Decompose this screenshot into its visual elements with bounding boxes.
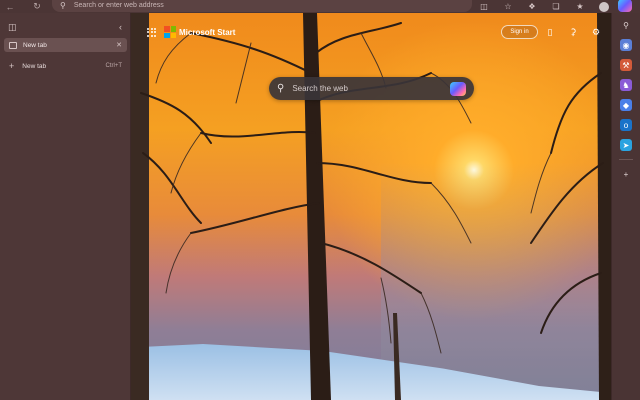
outlook-icon[interactable]: o	[620, 119, 632, 131]
mobile-icon[interactable]: ▯	[543, 25, 557, 39]
reading-view-icon[interactable]: ◫	[472, 0, 496, 13]
tab-new-tab[interactable]: New tab ✕	[4, 38, 127, 52]
search-icon: ⚲	[60, 1, 66, 10]
background-trees	[131, 13, 611, 400]
add-icon[interactable]: +	[620, 168, 632, 180]
tab-actions-icon[interactable]: ◫	[8, 22, 17, 33]
tools-icon[interactable]: ⚒	[620, 59, 632, 71]
search-icon: ⚲	[277, 83, 285, 94]
microsoft-start-logo[interactable]: Microsoft Start	[147, 26, 235, 38]
rail-divider	[619, 159, 633, 160]
page-icon	[9, 41, 17, 49]
brand-name: Microsoft Start	[179, 27, 236, 37]
collapse-pane-icon[interactable]: ‹	[119, 22, 122, 32]
sign-in-button[interactable]: Sign in	[501, 25, 538, 39]
address-bar[interactable]: ⚲ Search or enter web address	[52, 0, 472, 12]
collections-icon[interactable]: ❏	[544, 0, 568, 13]
new-tab-label: New tab	[22, 62, 47, 70]
app-launcher-icon[interactable]	[147, 27, 156, 37]
telegram-icon[interactable]: ➤	[620, 139, 632, 151]
right-sidebar: ⚲ ◉ ⚒ ♞ ◆ o ➤ +	[611, 13, 640, 400]
new-tab-button[interactable]: + New tab Ctrl+T	[4, 59, 127, 73]
copilot-icon[interactable]	[450, 81, 466, 96]
rewards-trophy-icon[interactable]: ⚳	[566, 25, 580, 39]
games-icon[interactable]: ♞	[620, 79, 632, 91]
settings-gear-icon[interactable]: ⚙	[589, 25, 603, 39]
plus-icon: +	[9, 61, 15, 71]
search-placeholder: Search the web	[292, 84, 348, 93]
new-tab-shortcut: Ctrl+T	[105, 63, 123, 69]
toolbar: ← ↻ ⚲ Search or enter web address ◫ ☆ ❖ …	[0, 0, 640, 13]
toolbar-right: ◫ ☆ ❖ ❏ ★ ⋯	[472, 0, 640, 13]
search-icon[interactable]: ⚲	[620, 19, 632, 31]
refresh-icon[interactable]: ↻	[27, 0, 47, 13]
favorite-star-icon[interactable]: ☆	[496, 0, 520, 13]
close-tab-icon[interactable]: ✕	[116, 41, 122, 49]
page-actions: ▯ ⚳ ⚙	[543, 25, 603, 39]
new-tab-page: Microsoft Start Sign in ▯ ⚳ ⚙ ⚲ Search t…	[131, 13, 611, 400]
tab-label: New tab	[23, 41, 47, 49]
vertical-tabs-pane: ◫ ‹ New tab ✕ + New tab Ctrl+T	[0, 13, 131, 400]
microsoft365-icon[interactable]: ◆	[620, 99, 632, 111]
microsoft-logo-icon	[164, 26, 176, 38]
web-search-box[interactable]: ⚲ Search the web	[269, 77, 474, 100]
address-placeholder: Search or enter web address	[73, 2, 164, 9]
vertical-tabs-header: ◫ ‹	[0, 13, 130, 41]
profile-avatar[interactable]	[592, 0, 616, 13]
favorites-icon[interactable]: ★	[568, 0, 592, 13]
extensions-icon[interactable]: ❖	[520, 0, 544, 13]
back-icon[interactable]: ←	[0, 0, 20, 13]
shopping-icon[interactable]: ◉	[620, 39, 632, 51]
copilot-icon[interactable]	[618, 0, 632, 12]
